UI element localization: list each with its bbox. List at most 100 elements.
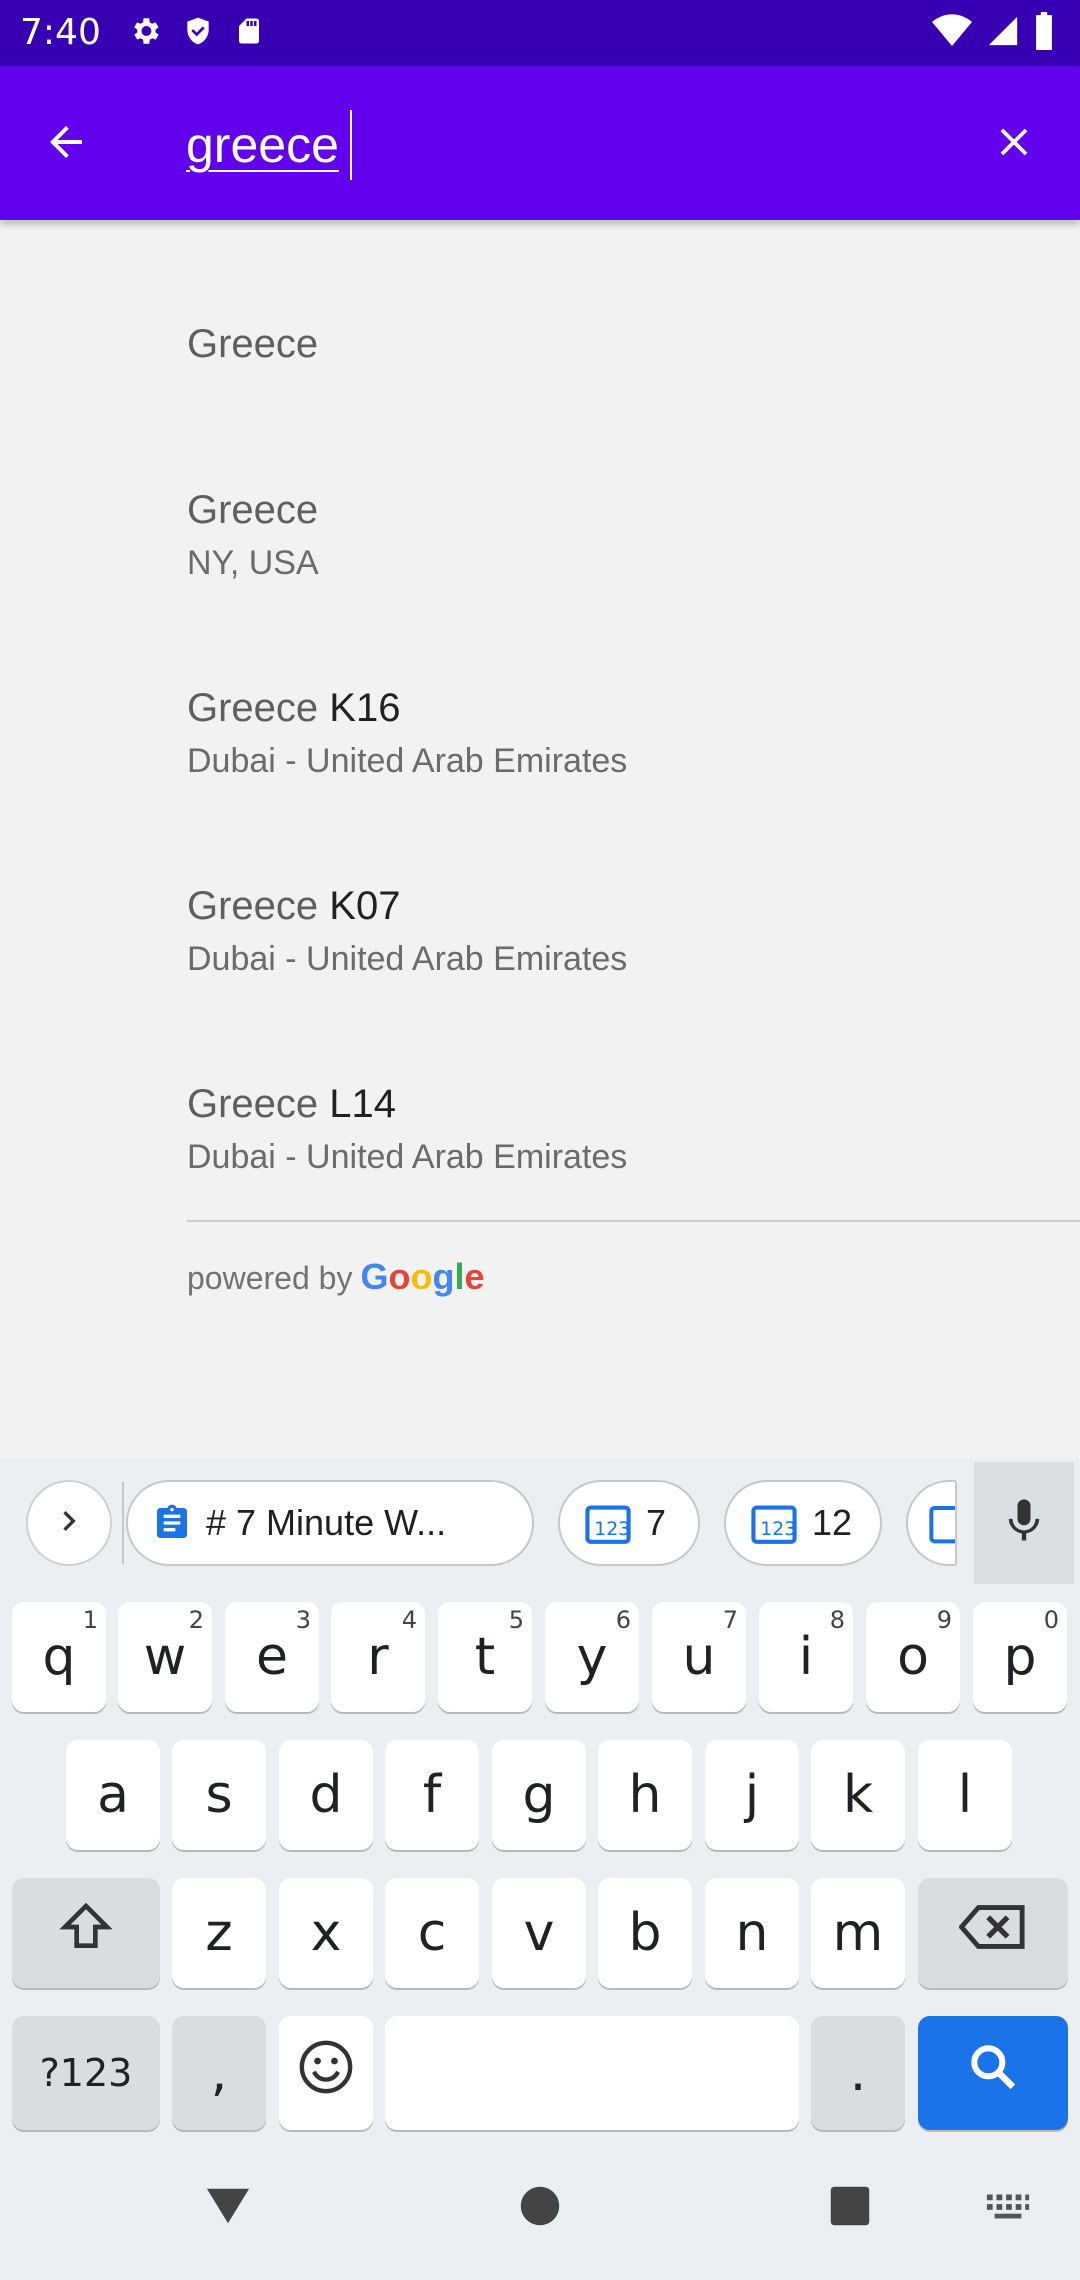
key-h[interactable]: h	[598, 1740, 692, 1850]
microphone-icon	[998, 1493, 1050, 1554]
key-k[interactable]: k	[811, 1740, 905, 1850]
key-j[interactable]: j	[705, 1740, 799, 1850]
circle-icon	[519, 2185, 561, 2232]
search-app-bar	[0, 66, 1080, 220]
key-e[interactable]: e3	[225, 1602, 319, 1712]
clipboard-chip-label: # 7 Minute W...	[206, 1502, 447, 1543]
clipboard-chip-label: 12	[812, 1502, 853, 1543]
key-n[interactable]: n	[705, 1878, 799, 1988]
clipboard-icon	[152, 1501, 192, 1545]
divider	[187, 1220, 1080, 1222]
numbers-clipboard-icon: 123	[750, 1501, 798, 1545]
period-key[interactable]: .	[811, 2016, 905, 2130]
keyboard-suggestion-strip: # 7 Minute W... 123 7 123 12	[0, 1458, 1080, 1588]
signal-icon	[986, 14, 1020, 53]
wifi-icon	[932, 14, 972, 53]
attribution-prefix: powered by	[187, 1260, 353, 1296]
result-subtitle: NY, USA	[187, 544, 319, 582]
key-q[interactable]: q1	[12, 1602, 106, 1712]
key-y[interactable]: y6	[545, 1602, 639, 1712]
chevron-right-icon	[49, 1501, 89, 1546]
numbers-clipboard-icon: 123	[584, 1501, 632, 1545]
clipboard-chip[interactable]	[906, 1480, 956, 1566]
divider	[122, 1482, 124, 1564]
voice-input-button[interactable]	[974, 1462, 1074, 1584]
result-title: Greece	[187, 322, 319, 366]
svg-text:123: 123	[594, 1519, 630, 1540]
list-item[interactable]: Greece NY, USA	[0, 430, 1080, 610]
keyboard-icon	[985, 2191, 1031, 2226]
expand-toolbar-button[interactable]	[26, 1480, 112, 1566]
clipboard-icon	[928, 1501, 956, 1545]
shield-icon	[182, 14, 214, 53]
key-v[interactable]: v	[492, 1878, 586, 1988]
battery-icon	[1034, 12, 1054, 55]
backspace-key[interactable]	[918, 1878, 1068, 1988]
backspace-icon	[958, 1901, 1027, 1966]
powered-by-google: powered by Google	[187, 1256, 485, 1298]
square-icon	[829, 2185, 871, 2232]
back-button[interactable]	[30, 108, 102, 180]
key-s[interactable]: s	[172, 1740, 266, 1850]
search-key[interactable]	[918, 2016, 1068, 2130]
result-subtitle: Dubai - United Arab Emirates	[187, 742, 628, 780]
shift-icon	[56, 1899, 116, 1968]
key-u[interactable]: u7	[652, 1602, 746, 1712]
list-item[interactable]: Greece L14 Dubai - United Arab Emirates	[0, 1024, 1080, 1204]
key-g[interactable]: g	[492, 1740, 586, 1850]
search-input[interactable]	[186, 110, 946, 180]
clipboard-chip[interactable]: 123 7	[558, 1480, 700, 1566]
triangle-down-icon	[205, 2186, 251, 2231]
clipboard-chip[interactable]: # 7 Minute W...	[126, 1480, 534, 1566]
text-cursor	[350, 110, 352, 180]
key-c[interactable]: c	[385, 1878, 479, 1988]
clipboard-chip[interactable]: 123 12	[724, 1480, 882, 1566]
arrow-back-icon	[42, 118, 90, 171]
key-a[interactable]: a	[66, 1740, 160, 1850]
status-time: 7:40	[20, 12, 101, 53]
keyboard-switch-button[interactable]	[976, 2176, 1040, 2240]
result-subtitle: Dubai - United Arab Emirates	[187, 1138, 628, 1176]
nav-back-button[interactable]	[196, 2176, 260, 2240]
list-item[interactable]: Greece K16 Dubai - United Arab Emirates	[0, 628, 1080, 808]
result-title: Greece K16	[187, 686, 401, 730]
key-z[interactable]: z	[172, 1878, 266, 1988]
emoji-icon	[297, 2038, 355, 2109]
nav-recents-button[interactable]	[818, 2176, 882, 2240]
clipboard-chip-label: 7	[646, 1502, 667, 1543]
key-l[interactable]: l	[918, 1740, 1012, 1850]
result-subtitle: Dubai - United Arab Emirates	[187, 940, 628, 978]
key-r[interactable]: r4	[331, 1602, 425, 1712]
shift-key[interactable]	[12, 1878, 160, 1988]
key-x[interactable]: x	[279, 1878, 373, 1988]
google-logo: Google	[360, 1256, 485, 1297]
search-icon	[965, 2039, 1021, 2108]
divider	[955, 1482, 957, 1564]
key-t[interactable]: t5	[438, 1602, 532, 1712]
clear-search-button[interactable]	[978, 108, 1050, 180]
space-key[interactable]	[385, 2016, 799, 2130]
close-icon	[991, 119, 1037, 170]
settings-icon	[128, 14, 162, 53]
svg-text:123: 123	[760, 1519, 796, 1540]
key-f[interactable]: f	[385, 1740, 479, 1850]
list-item[interactable]: Greece K07 Dubai - United Arab Emirates	[0, 826, 1080, 1006]
comma-key[interactable]: ,	[172, 2016, 266, 2130]
emoji-key[interactable]	[279, 2016, 373, 2130]
key-m[interactable]: m	[811, 1878, 905, 1988]
key-b[interactable]: b	[598, 1878, 692, 1988]
sd-card-icon	[234, 14, 264, 53]
result-title: Greece L14	[187, 1082, 397, 1126]
key-p[interactable]: p0	[973, 1602, 1067, 1712]
nav-home-button[interactable]	[508, 2176, 572, 2240]
system-navigation-bar	[0, 2152, 1080, 2280]
key-i[interactable]: i8	[759, 1602, 853, 1712]
list-item[interactable]: Greece	[0, 250, 1080, 430]
status-bar: 7:40	[0, 0, 1080, 66]
key-d[interactable]: d	[279, 1740, 373, 1850]
key-o[interactable]: o9	[866, 1602, 960, 1712]
result-title: Greece	[187, 488, 319, 532]
key-w[interactable]: w2	[118, 1602, 212, 1712]
result-title: Greece K07	[187, 884, 401, 928]
symbols-key[interactable]: ?123	[12, 2016, 160, 2130]
